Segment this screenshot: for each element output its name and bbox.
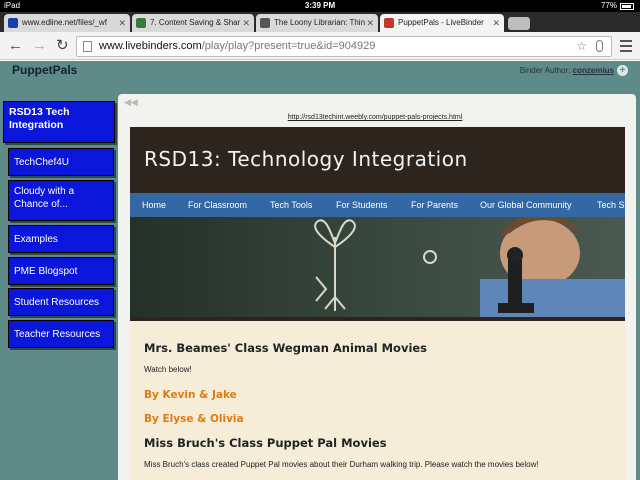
livebinder-page: PuppetPals Binder Author: conzemius + RS… (0, 61, 640, 480)
reload-icon[interactable]: ↻ (56, 36, 69, 56)
battery-icon (620, 2, 634, 10)
watch-below-text: Watch below! (144, 365, 192, 374)
banner-art (130, 217, 625, 317)
screen: iPad 3:39 PM 77% www.edline.net/files/_w… (0, 0, 640, 480)
binder-title: PuppetPals (12, 63, 78, 77)
close-tab-icon[interactable]: ✕ (366, 14, 374, 32)
nav-for-students[interactable]: For Students (336, 193, 388, 217)
microphone-icon[interactable] (596, 40, 603, 52)
site-header: RSD13: Technology Integration (130, 127, 625, 193)
new-tab-button[interactable] (508, 17, 530, 30)
content-url-link[interactable]: http://rsd13techint.weebly.com/puppet-pa… (118, 114, 632, 121)
favicon-icon (260, 18, 270, 28)
battery-indicator: 77% (601, 0, 634, 12)
page-content: Mrs. Beames' Class Wegman Animal Movies … (130, 317, 625, 480)
url-text: www.livebinders.com/play/play?present=tr… (99, 40, 376, 52)
binder-tab-techchef[interactable]: TechChef4U (8, 148, 114, 176)
nav-tech-tools[interactable]: Tech Tools (270, 193, 312, 217)
nav-for-classroom[interactable]: For Classroom (188, 193, 247, 217)
battery-percent: 77% (600, 1, 617, 10)
tab-label: The Loony Librarian: Thin (274, 18, 366, 27)
address-bar[interactable]: www.livebinders.com/play/play?present=tr… (76, 36, 612, 57)
collapse-sidebar-icon[interactable]: ◀◀ (124, 97, 138, 108)
binder-author: Binder Author: conzemius (519, 66, 614, 75)
page-icon (83, 41, 92, 52)
site-nav: Home For Classroom Tech Tools For Studen… (130, 193, 625, 217)
binder-tab-teacher-resources[interactable]: Teacher Resources (8, 320, 114, 348)
banner-image (130, 217, 625, 317)
binder-tab-student-resources[interactable]: Student Resources (8, 288, 114, 316)
binder-tab-rsd13[interactable]: RSD13 Tech Integration (3, 101, 115, 143)
favicon-icon (384, 18, 394, 28)
content-frame: ◀◀ http://rsd13techint.weebly.com/puppet… (118, 94, 636, 480)
favicon-icon (136, 18, 146, 28)
tab-label: 7. Content Saving & Shar (150, 18, 241, 27)
credit-kevin-jake: By Kevin & Jake (144, 389, 237, 401)
browser-toolbar: ← → ↻ www.livebinders.com/play/play?pres… (0, 32, 640, 60)
close-tab-icon[interactable]: ✕ (492, 14, 500, 32)
forward-arrow-icon[interactable]: → (32, 36, 47, 56)
browser-tab-2[interactable]: 7. Content Saving & Shar ✕ (132, 14, 254, 32)
close-tab-icon[interactable]: ✕ (242, 14, 250, 32)
binder-tab-pme-blogspot[interactable]: PME Blogspot (8, 257, 114, 285)
heading-bruch: Miss Bruch's Class Puppet Pal Movies (144, 436, 387, 450)
bruch-paragraph: Miss Bruch's class created Puppet Pal mo… (144, 460, 539, 469)
binder-tab-cloudy[interactable]: Cloudy with a Chance of... (8, 180, 114, 221)
browser-tab-3[interactable]: The Loony Librarian: Thin ✕ (256, 14, 378, 32)
back-arrow-icon[interactable]: ← (8, 36, 23, 56)
menu-icon[interactable] (620, 40, 632, 52)
tab-strip: www.edline.net/files/_wf ✕ 7. Content Sa… (0, 12, 640, 32)
browser-tab-1[interactable]: www.edline.net/files/_wf ✕ (4, 14, 130, 32)
author-link[interactable]: conzemius (573, 66, 614, 75)
clock: 3:39 PM (304, 1, 336, 10)
nav-global-community[interactable]: Our Global Community (480, 193, 572, 217)
tab-label: PuppetPals - LiveBinder (398, 18, 484, 27)
tab-label: www.edline.net/files/_wf (22, 18, 107, 27)
bookmark-star-icon[interactable]: ☆ (576, 37, 587, 56)
close-tab-icon[interactable]: ✕ (118, 14, 126, 32)
nav-for-parents[interactable]: For Parents (411, 193, 458, 217)
credit-elyse-olivia: By Elyse & Olivia (144, 413, 244, 425)
site-title[interactable]: RSD13: Technology Integration (144, 147, 468, 171)
favicon-icon (8, 18, 18, 28)
nav-tech-sh[interactable]: Tech Sh (597, 193, 625, 217)
browser-tab-4[interactable]: PuppetPals - LiveBinder ✕ (380, 14, 504, 32)
status-bar: iPad 3:39 PM 77% (0, 0, 640, 12)
add-icon[interactable]: + (617, 65, 628, 76)
binder-tab-examples[interactable]: Examples (8, 225, 114, 253)
nav-home[interactable]: Home (142, 193, 166, 217)
heading-beames: Mrs. Beames' Class Wegman Animal Movies (144, 341, 428, 355)
